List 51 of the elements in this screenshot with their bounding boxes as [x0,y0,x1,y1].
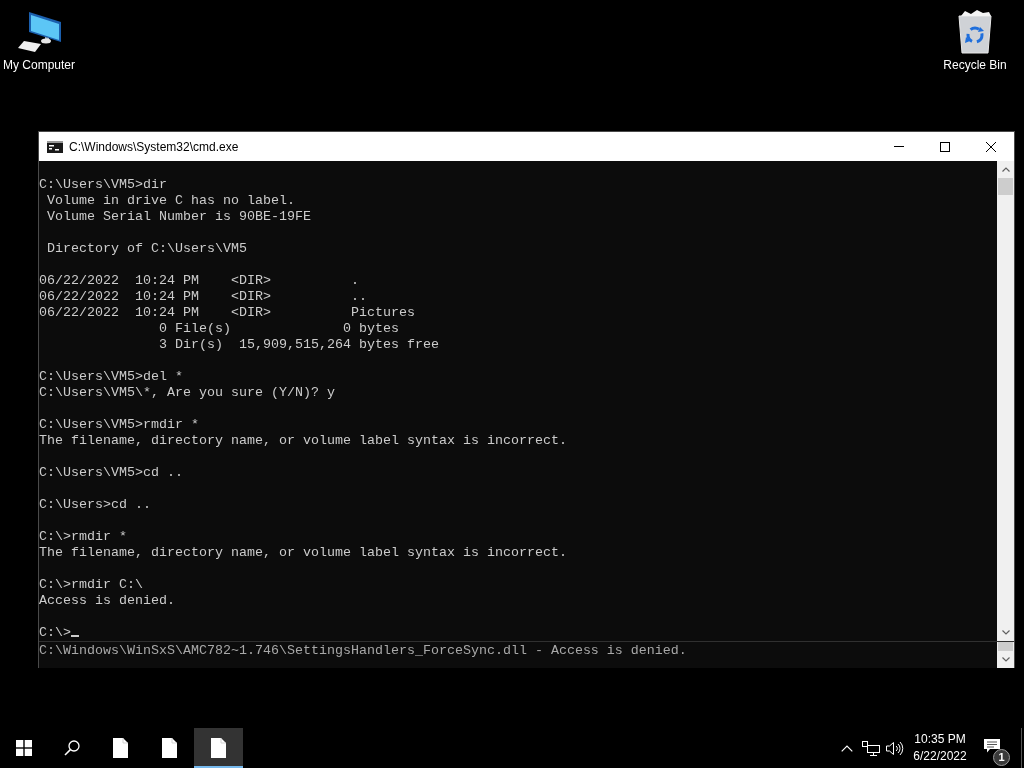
console-line: Volume in drive C has no label. [46,193,295,209]
clock-button[interactable]: 10:35 PM 6/22/2022 [907,728,973,768]
console-line: Volume Serial Number is 90BE-19FE [46,209,311,225]
console-line: Access is denied. [39,593,175,609]
console-line: The filename, directory name, or volume label syntax is incorrect. [39,433,567,449]
console-line: 06/22/2022 10:24 PM <DIR> . [39,273,359,289]
minimize-icon [894,146,904,147]
console-line: C:\Users\VM5>dir [39,177,167,193]
chevron-up-icon [841,744,853,752]
text-cursor [71,635,79,637]
network-icon [862,740,880,756]
notification-button[interactable]: 1 [973,728,1013,768]
caret-up-icon [1001,167,1010,172]
console-line: 3 Dir(s) 15,909,515,264 bytes free [157,337,439,353]
scrollbar-thumb[interactable] [998,642,1013,651]
console-line: C:\>rmdir C:\ [39,577,143,593]
desktop-icon-label[interactable]: My Computer [3,58,75,73]
window-title: C:\Windows\System32\cmd.exe [69,139,240,154]
console-line: C:\Windows\WinSxS\AMC782~1.746\SettingsHandlers_ForceSync.dll - Access is denied. [39,643,687,659]
console-line: C:\Users\VM5>cd .. [39,465,183,481]
console-prompt: C:\> [39,625,71,641]
taskbar-button[interactable] [194,728,243,768]
console-line: 0 File(s) 0 bytes [157,321,399,337]
console-line: C:\Users\VM5\*, Are you sure (Y/N)? y [39,385,335,401]
vertical-scrollbar[interactable] [997,642,1014,668]
close-icon [986,141,996,152]
windows-logo-icon [16,740,32,756]
console-line: C:\Users>cd .. [39,497,151,513]
notification-badge: 1 [993,749,1010,766]
caret-down-icon [1001,657,1010,662]
console-line: 06/22/2022 10:24 PM <DIR> Pictures [39,305,415,321]
terminal-icon [47,140,63,153]
search-icon [64,740,80,756]
message-icon [984,739,1000,753]
file-icon [211,738,226,758]
console-line: Directory of C:\Users\VM5 [46,241,247,257]
vertical-scrollbar[interactable] [997,161,1014,641]
computer-icon[interactable] [15,10,63,54]
file-icon [162,738,177,758]
console-line: 06/22/2022 10:24 PM <DIR> .. [39,289,367,305]
file-icon [113,738,128,758]
console-line: C:\>rmdir * [39,529,127,545]
recycle-bin-icon[interactable] [957,10,993,54]
console-line: C:\Users\VM5>rmdir * [39,417,199,433]
maximize-icon [940,141,950,152]
console-line: The filename, directory name, or volume label syntax is incorrect. [39,545,567,561]
desktop-icon-label[interactable]: Recycle Bin [943,58,1007,73]
caret-down-icon [1001,630,1010,635]
scrollbar-thumb[interactable] [998,178,1013,195]
console-line: C:\Users\VM5>del * [39,369,183,385]
speaker-icon [886,740,904,756]
